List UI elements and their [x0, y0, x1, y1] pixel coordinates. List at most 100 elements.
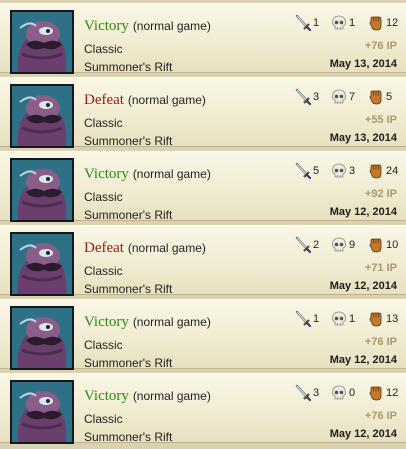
fist-icon	[367, 162, 385, 180]
deaths-count: 1	[349, 17, 356, 29]
game-date: May 12, 2014	[329, 206, 397, 218]
kills-stat: 3	[294, 384, 319, 402]
kills-count: 3	[313, 387, 320, 399]
ip-earned: +76 IP	[364, 336, 397, 348]
game-mode: (normal game)	[132, 19, 211, 33]
kills-count: 5	[313, 165, 320, 177]
game-queue: Classic	[84, 42, 123, 56]
champion-portrait	[10, 380, 74, 444]
game-map: Summoner's Rift	[84, 282, 173, 296]
skull-icon	[330, 14, 348, 32]
kills-count: 3	[313, 91, 320, 103]
fist-icon	[367, 236, 385, 254]
assists-count: 12	[386, 387, 399, 399]
game-mode: (normal game)	[127, 93, 206, 107]
assists-count: 13	[386, 313, 399, 325]
assists-count: 5	[386, 91, 393, 103]
game-mode: (normal game)	[132, 167, 211, 181]
skull-icon	[330, 236, 348, 254]
ip-earned: +76 IP	[364, 40, 397, 52]
kills-count: 2	[313, 239, 320, 251]
game-outcome: Defeat	[84, 240, 124, 256]
game-outcome: Defeat	[84, 92, 124, 108]
game-date: May 12, 2014	[329, 280, 397, 292]
game-queue: Classic	[84, 116, 123, 130]
deaths-count: 3	[349, 165, 356, 177]
match-history-row[interactable]: Victory (normal game) Classic Summoner's…	[0, 299, 406, 370]
match-history-row[interactable]: Victory (normal game) Classic Summoner's…	[0, 151, 406, 222]
game-date: May 12, 2014	[329, 354, 397, 366]
assists-count: 24	[386, 165, 399, 177]
game-queue: Classic	[84, 412, 123, 426]
ip-earned: +55 IP	[364, 114, 397, 126]
fist-icon	[367, 384, 385, 402]
assists-stat: 13	[367, 310, 398, 328]
match-history-row[interactable]: Defeat (normal game) Classic Summoner's …	[0, 77, 406, 148]
sword-icon	[294, 14, 312, 32]
game-map: Summoner's Rift	[84, 134, 173, 148]
assists-count: 12	[386, 17, 399, 29]
deaths-stat: 3	[330, 162, 355, 180]
champion-portrait	[10, 158, 74, 222]
game-date: May 13, 2014	[329, 58, 397, 70]
game-date: May 13, 2014	[329, 132, 397, 144]
assists-stat: 12	[367, 14, 398, 32]
assists-stat: 12	[367, 384, 398, 402]
champion-portrait	[10, 84, 74, 148]
deaths-stat: 0	[330, 384, 355, 402]
kills-stat: 3	[294, 88, 319, 106]
assists-stat: 10	[367, 236, 398, 254]
kills-stat: 1	[294, 310, 319, 328]
kills-stat: 1	[294, 14, 319, 32]
game-outcome: Victory	[84, 166, 129, 182]
deaths-count: 0	[349, 387, 356, 399]
ip-earned: +71 IP	[364, 262, 397, 274]
fist-icon	[367, 310, 385, 328]
assists-stat: 5	[367, 88, 392, 106]
assists-stat: 24	[367, 162, 398, 180]
assists-count: 10	[386, 239, 399, 251]
game-outcome: Victory	[84, 18, 129, 34]
game-outcome: Victory	[84, 314, 129, 330]
deaths-stat: 1	[330, 14, 355, 32]
game-map: Summoner's Rift	[84, 356, 173, 370]
ip-earned: +92 IP	[364, 188, 397, 200]
fist-icon	[367, 14, 385, 32]
match-history-list: Victory (normal game) Classic Summoner's…	[0, 0, 406, 449]
kills-count: 1	[313, 313, 320, 325]
match-history-row[interactable]: Victory (normal game) Classic Summoner's…	[0, 373, 406, 444]
skull-icon	[330, 88, 348, 106]
sword-icon	[294, 162, 312, 180]
ip-earned: +76 IP	[364, 410, 397, 422]
deaths-count: 9	[349, 239, 356, 251]
match-history-row[interactable]: Defeat (normal game) Classic Summoner's …	[0, 225, 406, 296]
game-map: Summoner's Rift	[84, 430, 173, 444]
deaths-stat: 9	[330, 236, 355, 254]
deaths-stat: 1	[330, 310, 355, 328]
game-queue: Classic	[84, 190, 123, 204]
skull-icon	[330, 384, 348, 402]
game-mode: (normal game)	[132, 315, 211, 329]
sword-icon	[294, 384, 312, 402]
game-map: Summoner's Rift	[84, 60, 173, 74]
game-queue: Classic	[84, 264, 123, 278]
game-mode: (normal game)	[132, 389, 211, 403]
kills-stat: 5	[294, 162, 319, 180]
game-mode: (normal game)	[127, 241, 206, 255]
fist-icon	[367, 88, 385, 106]
sword-icon	[294, 236, 312, 254]
deaths-count: 1	[349, 313, 356, 325]
match-history-row[interactable]: Victory (normal game) Classic Summoner's…	[0, 3, 406, 74]
sword-icon	[294, 310, 312, 328]
game-date: May 12, 2014	[329, 428, 397, 440]
champion-portrait	[10, 232, 74, 296]
deaths-stat: 7	[330, 88, 355, 106]
kills-count: 1	[313, 17, 320, 29]
sword-icon	[294, 88, 312, 106]
champion-portrait	[10, 306, 74, 370]
game-queue: Classic	[84, 338, 123, 352]
game-map: Summoner's Rift	[84, 208, 173, 222]
skull-icon	[330, 310, 348, 328]
kills-stat: 2	[294, 236, 319, 254]
game-outcome: Victory	[84, 388, 129, 404]
